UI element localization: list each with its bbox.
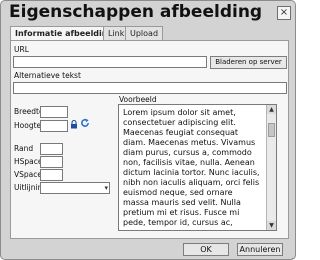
browse-server-button[interactable]: Bladeren op server <box>210 56 287 69</box>
width-input[interactable] <box>40 106 68 118</box>
hspace-label: HSpace <box>14 157 43 166</box>
ok-button[interactable]: OK <box>183 243 229 256</box>
chevron-down-icon: ▾ <box>104 184 108 192</box>
image-properties-dialog: Eigenschappen afbeelding × Informatie af… <box>0 0 296 260</box>
reset-size-icon[interactable] <box>80 113 90 132</box>
tab-upload[interactable]: Upload <box>125 26 164 40</box>
tab-image-info[interactable]: Informatie afbeelding <box>10 26 119 41</box>
alignment-select[interactable]: ▾ <box>40 182 110 194</box>
dialog-title: Eigenschappen afbeelding <box>9 2 263 22</box>
border-label: Rand <box>14 144 34 153</box>
image-info-panel: URL Bladeren op server Alternatieve teks… <box>10 40 289 239</box>
vspace-input[interactable] <box>40 169 63 181</box>
url-label: URL <box>14 45 29 54</box>
height-label: Hoogte <box>14 121 42 130</box>
alt-text-input[interactable] <box>13 82 287 94</box>
scroll-down-icon[interactable]: ▼ <box>267 221 276 230</box>
preview-scrollbar[interactable]: ▲ ▼ <box>266 105 276 230</box>
resize-grip-icon[interactable] <box>286 250 294 259</box>
vspace-label: VSpace <box>14 170 42 179</box>
close-icon[interactable]: × <box>277 6 291 20</box>
alt-text-label: Alternatieve tekst <box>14 71 81 80</box>
preview-text: Lorem ipsum dolor sit amet, consectetuer… <box>123 108 260 227</box>
lock-icon[interactable] <box>70 114 78 133</box>
cancel-button[interactable]: Annuleren <box>237 243 283 256</box>
height-input[interactable] <box>40 120 68 132</box>
url-input[interactable] <box>13 56 207 68</box>
border-input[interactable] <box>40 143 63 155</box>
hspace-input[interactable] <box>40 156 63 168</box>
preview-label: Voorbeeld <box>119 95 157 104</box>
scroll-up-icon[interactable]: ▲ <box>267 105 276 114</box>
preview-box: Lorem ipsum dolor sit amet, consectetuer… <box>118 104 277 231</box>
scroll-thumb[interactable] <box>268 123 275 137</box>
